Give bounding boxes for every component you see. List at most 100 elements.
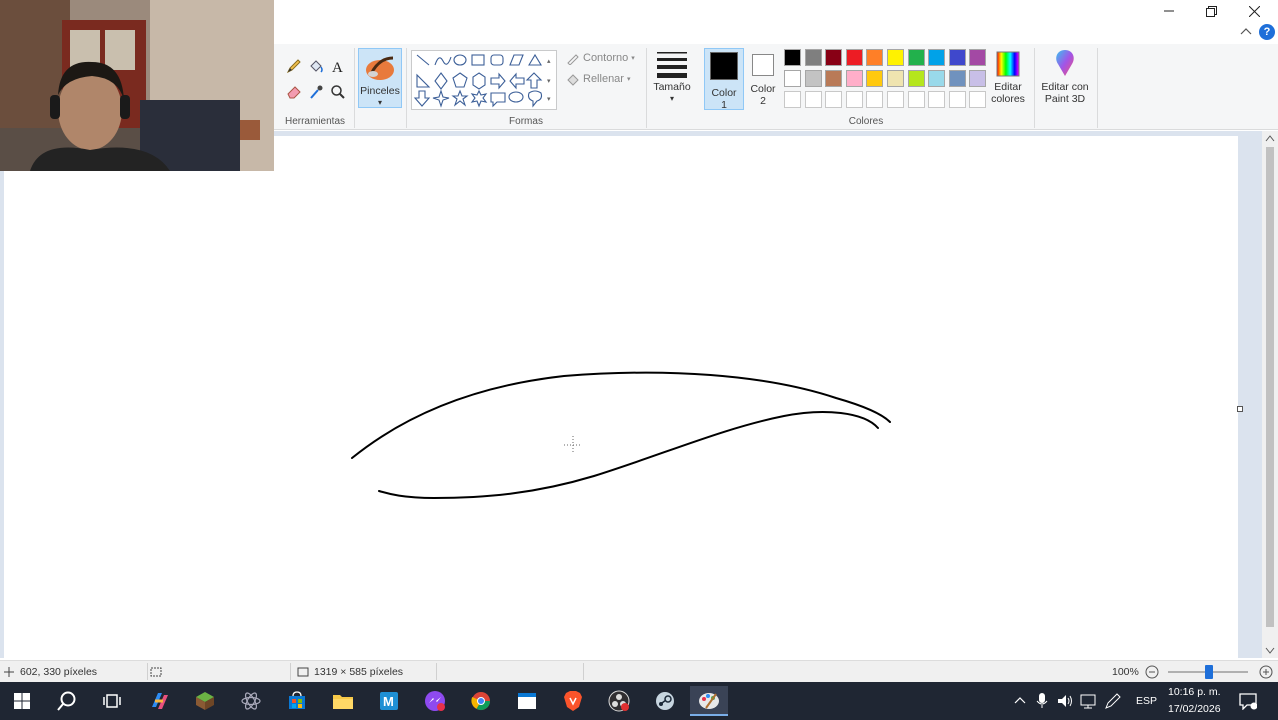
task-view-icon — [103, 694, 121, 708]
group-label-colores: Colores — [848, 116, 884, 127]
clock-time[interactable]: 10:16 p. m. — [1168, 686, 1221, 698]
taskbar-app-chrome[interactable] — [462, 686, 500, 716]
palette-color-swatch[interactable] — [825, 49, 843, 66]
show-hidden-icons-icon[interactable] — [1014, 696, 1026, 704]
outline-button[interactable]: Contorno ▾ — [566, 51, 635, 65]
palette-color-swatch[interactable] — [948, 70, 966, 87]
text-tool-icon[interactable]: A — [328, 56, 348, 76]
palette-color-swatch[interactable] — [907, 70, 925, 87]
custom-color-slot[interactable] — [845, 91, 863, 108]
notifications-icon[interactable] — [1239, 692, 1257, 710]
restore-button[interactable] — [1190, 0, 1232, 22]
vertical-scrollbar[interactable] — [1262, 131, 1278, 658]
custom-color-slot[interactable] — [866, 91, 884, 108]
chrome-icon — [471, 692, 490, 711]
palette-color-swatch[interactable] — [887, 49, 904, 66]
edit-colors-label-line2: colores — [991, 93, 1025, 105]
palette-color-swatch[interactable] — [866, 70, 884, 87]
taskbar-app-steam[interactable] — [646, 686, 684, 716]
svg-text:▾: ▾ — [547, 78, 551, 85]
separator — [646, 48, 647, 128]
taskbar-app-paint[interactable] — [690, 686, 728, 716]
taskbar-app-copilot[interactable] — [140, 686, 178, 716]
palette-color-swatch[interactable] — [887, 70, 904, 87]
palette-color-swatch[interactable] — [825, 70, 843, 87]
microphone-icon[interactable] — [1036, 693, 1048, 709]
taskbar-app-mail[interactable]: M — [370, 686, 408, 716]
language-indicator[interactable]: ESP — [1136, 695, 1157, 707]
network-icon[interactable] — [1080, 693, 1096, 709]
custom-color-slot[interactable] — [907, 91, 925, 108]
palette-color-swatch[interactable] — [804, 70, 822, 87]
group-label-herramientas: Herramientas — [284, 116, 346, 127]
palette-color-swatch[interactable] — [784, 49, 801, 66]
taskbar-app-store[interactable] — [278, 686, 316, 716]
zoom-out-icon[interactable] — [1145, 665, 1159, 679]
custom-color-slot[interactable] — [887, 91, 904, 108]
color-picker-icon[interactable] — [306, 82, 326, 102]
drawing-canvas[interactable] — [4, 136, 1238, 658]
taskbar-app-obs[interactable] — [600, 686, 638, 716]
palette-color-swatch[interactable] — [804, 49, 822, 66]
palette-color-swatch[interactable] — [969, 49, 987, 66]
custom-color-slot[interactable] — [948, 91, 966, 108]
m-app-icon: M — [380, 692, 398, 710]
palette-color-swatch[interactable] — [948, 49, 966, 66]
custom-color-slot[interactable] — [825, 91, 843, 108]
color1-button[interactable]: Color 1 — [704, 48, 744, 111]
separator — [1034, 48, 1035, 128]
custom-color-slot[interactable] — [969, 91, 987, 108]
brave-icon — [564, 691, 582, 711]
palette-color-swatch[interactable] — [784, 70, 801, 87]
palette-color-swatch[interactable] — [928, 70, 946, 87]
collapse-ribbon-icon[interactable] — [1240, 28, 1252, 36]
zoom-in-icon[interactable] — [1259, 665, 1273, 679]
separator — [354, 48, 355, 128]
taskbar-app-atom[interactable] — [232, 686, 270, 716]
canvas-resize-handle[interactable] — [1237, 406, 1243, 412]
zoom-slider-thumb[interactable] — [1205, 665, 1213, 679]
paint3d-button[interactable]: Editar con Paint 3D — [1038, 48, 1092, 105]
palette-color-swatch[interactable] — [928, 49, 946, 66]
edit-colors-button[interactable]: Editar colores — [988, 48, 1028, 105]
palette-color-swatch[interactable] — [845, 49, 863, 66]
palette-color-swatch[interactable] — [866, 49, 884, 66]
outline-label: Contorno — [583, 52, 629, 64]
brushes-button[interactable]: Pinceles ▾ — [358, 48, 402, 108]
custom-color-slot[interactable] — [804, 91, 822, 108]
eraser-icon[interactable] — [284, 82, 304, 102]
custom-color-slot[interactable] — [784, 91, 801, 108]
fill-bucket-icon[interactable] — [306, 56, 326, 76]
taskbar-app-messenger[interactable] — [416, 686, 454, 716]
svg-text:▴: ▴ — [547, 58, 551, 65]
taskbar-app-minecraft[interactable] — [186, 686, 224, 716]
taskbar-app-window[interactable] — [508, 686, 546, 716]
start-button[interactable] — [3, 686, 41, 716]
pen-icon[interactable] — [1104, 692, 1122, 710]
volume-icon[interactable] — [1057, 693, 1073, 709]
search-button[interactable] — [48, 686, 86, 716]
palette-color-swatch[interactable] — [845, 70, 863, 87]
edit-colors-label-line1: Editar — [994, 81, 1022, 93]
help-icon[interactable]: ? — [1259, 24, 1275, 40]
size-button[interactable]: Tamaño ▾ — [650, 48, 694, 105]
brush-icon — [366, 56, 394, 80]
taskbar-app-brave[interactable] — [554, 686, 592, 716]
magnifier-icon[interactable] — [328, 82, 348, 102]
obs-icon — [608, 690, 630, 712]
minimize-button[interactable] — [1148, 0, 1190, 22]
copilot-icon — [152, 693, 168, 709]
line-size-icon — [657, 52, 687, 78]
color2-button[interactable]: Color 2 — [744, 48, 782, 107]
fill-button[interactable]: Rellenar ▾ — [566, 72, 630, 86]
minimize-icon — [1164, 10, 1174, 12]
palette-color-swatch[interactable] — [907, 49, 925, 66]
pencil-icon[interactable] — [284, 56, 304, 76]
close-button[interactable] — [1233, 0, 1275, 22]
palette-color-swatch[interactable] — [969, 70, 987, 87]
shapes-gallery-icons[interactable]: ▴ ▾ ▾ — [413, 51, 555, 109]
clock-date[interactable]: 17/02/2026 — [1168, 703, 1221, 715]
taskbar-app-file-explorer[interactable] — [324, 686, 362, 716]
task-view-button[interactable] — [93, 686, 131, 716]
custom-color-slot[interactable] — [928, 91, 946, 108]
